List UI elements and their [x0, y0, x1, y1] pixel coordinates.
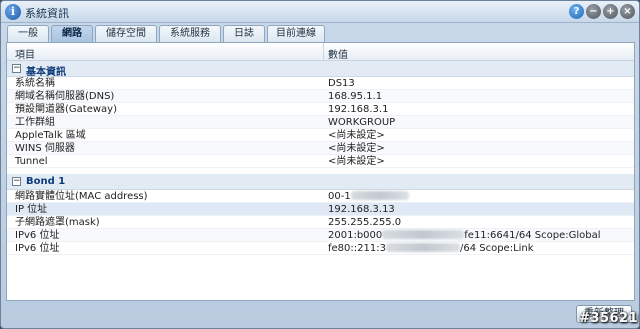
row-value: 168.95.1.1 — [328, 91, 383, 102]
row-value: <尚未設定> — [328, 130, 385, 141]
row-value: <尚未設定> — [328, 156, 385, 167]
row-value: 00-1 — [328, 190, 409, 203]
table-row: 網路實體位址(MAC address) 00-1 — [7, 190, 634, 203]
table-row: 預設閘道器(Gateway) 192.168.3.1 — [7, 103, 634, 116]
row-key: 子網路遮罩(mask) — [15, 217, 100, 228]
redacted-blur — [385, 243, 460, 252]
tab-network[interactable]: 網路 — [51, 25, 93, 42]
table-row: IPv6 位址 fe80::211:3/64 Scope:Link — [7, 242, 634, 255]
table-row: 工作群組 WORKGROUP — [7, 116, 634, 129]
row-key: Tunnel — [15, 156, 48, 167]
row-key: 系統名稱 — [15, 78, 55, 89]
row-key: 預設閘道器(Gateway) — [15, 104, 117, 115]
watermark: #356216 — [579, 311, 639, 326]
row-key: IPv6 位址 — [15, 243, 60, 254]
close-icon[interactable]: × — [620, 4, 635, 19]
row-value: fe80::211:3/64 Scope:Link — [328, 242, 534, 255]
tab-storage[interactable]: 儲存空間 — [95, 25, 157, 42]
table-row: 網域名稱伺服器(DNS) 168.95.1.1 — [7, 90, 634, 103]
column-header-value[interactable]: 數值 — [328, 46, 348, 61]
table-header: 項目 數值 — [7, 43, 634, 61]
table-row: 系統名稱 DS13 — [7, 77, 634, 90]
title-bar[interactable]: i 系統資訊 ? − + × — [1, 1, 639, 23]
table-row: AppleTalk 區域 <尚未設定> — [7, 129, 634, 142]
column-divider[interactable] — [323, 43, 324, 61]
row-value: 192.168.3.1 — [328, 104, 389, 115]
help-icon[interactable]: ? — [569, 4, 584, 19]
value-visible: fe80::211:3 — [328, 243, 386, 254]
redacted-blur — [382, 230, 465, 239]
row-value: DS13 — [328, 78, 355, 89]
row-value: 2001:b000 fe11:6641/64 Scope:Global — [328, 229, 601, 242]
window-title: 系統資訊 — [25, 7, 69, 20]
table-row: Tunnel <尚未設定> — [7, 155, 634, 168]
group-label: Bond 1 — [26, 176, 66, 187]
value-visible: 00-1 — [328, 191, 351, 202]
table-row: IPv6 位址 2001:b000 fe11:6641/64 Scope:Glob… — [7, 229, 634, 242]
info-table: 項目 數值 − 基本資訊 系統名稱 DS13 網域名稱伺服器(DNS) 168.… — [6, 42, 635, 301]
system-info-window: i 系統資訊 ? − + × 一般 網路 儲存空間 系統服務 日誌 目前連線 項… — [0, 0, 640, 329]
group-label: 基本資訊 — [26, 67, 66, 78]
minimize-icon[interactable]: − — [586, 4, 601, 19]
tab-services[interactable]: 系統服務 — [159, 25, 221, 42]
maximize-icon[interactable]: + — [603, 4, 618, 19]
row-key: 網路實體位址(MAC address) — [15, 191, 148, 202]
tab-logs[interactable]: 日誌 — [223, 25, 265, 42]
column-header-item[interactable]: 項目 — [15, 46, 35, 61]
row-key: IP 位址 — [15, 204, 48, 215]
footer: 重新整理 — [6, 304, 635, 326]
row-value: WORKGROUP — [328, 117, 396, 128]
table-row: 子網路遮罩(mask) 255.255.255.0 — [7, 216, 634, 229]
group-bond-1[interactable]: − Bond 1 — [7, 174, 634, 190]
value-visible: /64 Scope:Link — [459, 243, 534, 254]
group-basic-info[interactable]: − 基本資訊 — [7, 61, 634, 78]
row-key: WINS 伺服器 — [15, 143, 75, 154]
collapse-icon[interactable]: − — [12, 177, 21, 186]
row-value: 192.168.3.13 — [328, 204, 395, 215]
tab-connections[interactable]: 目前連線 — [267, 25, 325, 42]
row-value: <尚未設定> — [328, 143, 385, 154]
row-key: AppleTalk 區域 — [15, 130, 86, 141]
row-key: 工作群組 — [15, 117, 55, 128]
row-value: 255.255.255.0 — [328, 217, 402, 228]
row-key: 網域名稱伺服器(DNS) — [15, 91, 115, 102]
value-visible: fe11:6641/64 Scope:Global — [464, 230, 601, 241]
row-key: IPv6 位址 — [15, 230, 60, 241]
collapse-icon[interactable]: − — [12, 64, 21, 73]
tab-general[interactable]: 一般 — [7, 25, 49, 42]
info-icon: i — [5, 4, 21, 20]
table-row: WINS 伺服器 <尚未設定> — [7, 142, 634, 155]
value-visible: 2001:b000 — [328, 230, 383, 241]
table-row: IP 位址 192.168.3.13 — [7, 203, 634, 216]
redacted-blur — [350, 191, 409, 200]
